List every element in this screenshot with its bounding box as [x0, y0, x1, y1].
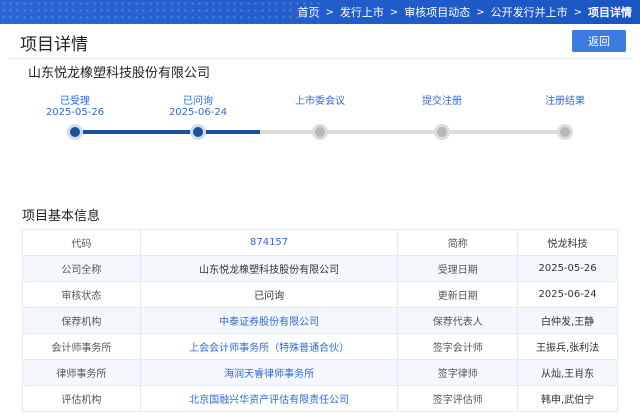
field-label: 签字律师 — [397, 359, 519, 386]
field-label: 更新日期 — [397, 281, 519, 308]
banner-pattern — [0, 0, 320, 24]
breadcrumb-separator: > — [389, 6, 399, 18]
field-label: 代码 — [22, 229, 141, 256]
table-row: 代码 874157 简称 悦龙科技 — [22, 229, 618, 256]
breadcrumb-review-status[interactable]: 审核项目动态 — [404, 4, 470, 20]
step-label-submit-registration: 提交注册 — [422, 96, 462, 107]
page-header: 项目详情 返回 — [8, 24, 632, 59]
field-value-sponsor-reps: 白仲发,王静 — [517, 307, 618, 334]
field-label: 简称 — [397, 229, 519, 256]
field-value-signing-lawyers: 从灿,王肖东 — [517, 359, 618, 386]
breadcrumb-separator: > — [573, 6, 582, 18]
field-label: 律师事务所 — [22, 359, 141, 386]
field-value-law-firm[interactable]: 海润天睿律师事务所 — [139, 359, 399, 386]
page-title: 项目详情 — [20, 35, 88, 55]
field-value-short-name: 悦龙科技 — [517, 229, 618, 256]
field-value-update-date: 2025-06-24 — [517, 281, 618, 308]
step-label-inquired: 已问询 — [183, 96, 213, 107]
back-button[interactable]: 返回 — [572, 30, 626, 52]
step-dot-registration-result — [557, 124, 573, 140]
field-label: 签字评估师 — [397, 385, 519, 412]
field-value-review-status: 已问询 — [139, 281, 399, 308]
step-dot-listing-committee — [312, 124, 328, 140]
field-value-signing-appraisers: 韩申,武伯宁 — [517, 385, 618, 412]
company-name: 山东悦龙橡塑科技股份有限公司 — [28, 66, 211, 81]
field-label: 签字会计师 — [397, 333, 519, 360]
step-label-registration-result: 注册结果 — [545, 96, 585, 107]
table-row: 审核状态 已问询 更新日期 2025-06-24 — [22, 281, 618, 308]
field-label: 公司全称 — [22, 255, 141, 282]
progress-track-filled — [75, 130, 260, 134]
field-label: 评估机构 — [22, 385, 141, 412]
field-value-accept-date: 2025-05-26 — [517, 255, 618, 282]
breadcrumb-public-listing[interactable]: 公开发行并上市 — [491, 4, 568, 20]
step-dot-accepted — [67, 124, 83, 140]
step-dot-inquired — [190, 124, 206, 140]
table-row: 保荐机构 中泰证券股份有限公司 保荐代表人 白仲发,王静 — [22, 307, 618, 334]
field-value-signing-accountants: 王振兵,张利法 — [517, 333, 618, 360]
breadcrumb-issuance[interactable]: 发行上市 — [340, 4, 384, 20]
field-value-accounting-firm[interactable]: 上会会计师事务所（特殊普通合伙） — [139, 333, 399, 360]
field-label: 保荐机构 — [22, 307, 141, 334]
breadcrumb-separator: > — [476, 6, 485, 18]
step-label-accepted: 已受理 — [60, 96, 90, 107]
breadcrumb-separator: > — [325, 6, 334, 18]
field-value-code[interactable]: 874157 — [139, 229, 399, 256]
step-date-accepted: 2025-05-26 — [45, 107, 105, 118]
field-value-full-name: 山东悦龙橡塑科技股份有限公司 — [139, 255, 399, 282]
basic-info-table: 代码 874157 简称 悦龙科技 公司全称 山东悦龙橡塑科技股份有限公司 受理… — [22, 229, 618, 412]
basic-info-title: 项目基本信息 — [22, 209, 101, 224]
table-row: 评估机构 北京国融兴华资产评估有限责任公司 签字评估师 韩申,武伯宁 — [22, 385, 618, 412]
table-row: 公司全称 山东悦龙橡塑科技股份有限公司 受理日期 2025-05-26 — [22, 255, 618, 282]
field-label: 保荐代表人 — [397, 307, 519, 334]
top-banner: 首页 > 发行上市 > 审核项目动态 > 公开发行并上市 > 项目详情 — [0, 0, 640, 24]
step-dot-submit-registration — [434, 124, 450, 140]
field-value-sponsor[interactable]: 中泰证券股份有限公司 — [139, 307, 399, 334]
step-date-inquired: 2025-06-24 — [168, 107, 228, 118]
field-label: 审核状态 — [22, 281, 141, 308]
breadcrumb: 首页 > 发行上市 > 审核项目动态 > 公开发行并上市 > 项目详情 — [297, 4, 632, 20]
table-row: 会计师事务所 上会会计师事务所（特殊普通合伙） 签字会计师 王振兵,张利法 — [22, 333, 618, 360]
table-row: 律师事务所 海润天睿律师事务所 签字律师 从灿,王肖东 — [22, 359, 618, 386]
field-value-appraisal-firm[interactable]: 北京国融兴华资产评估有限责任公司 — [139, 385, 399, 412]
breadcrumb-current: 项目详情 — [588, 6, 632, 19]
review-progress-timeline: 已受理 2025-05-26 已问询 2025-06-24 上市委会议 提交注册… — [0, 86, 640, 146]
breadcrumb-home[interactable]: 首页 — [297, 4, 319, 20]
field-label: 会计师事务所 — [22, 333, 141, 360]
field-label: 受理日期 — [397, 255, 519, 282]
step-label-listing-committee: 上市委会议 — [295, 96, 345, 107]
